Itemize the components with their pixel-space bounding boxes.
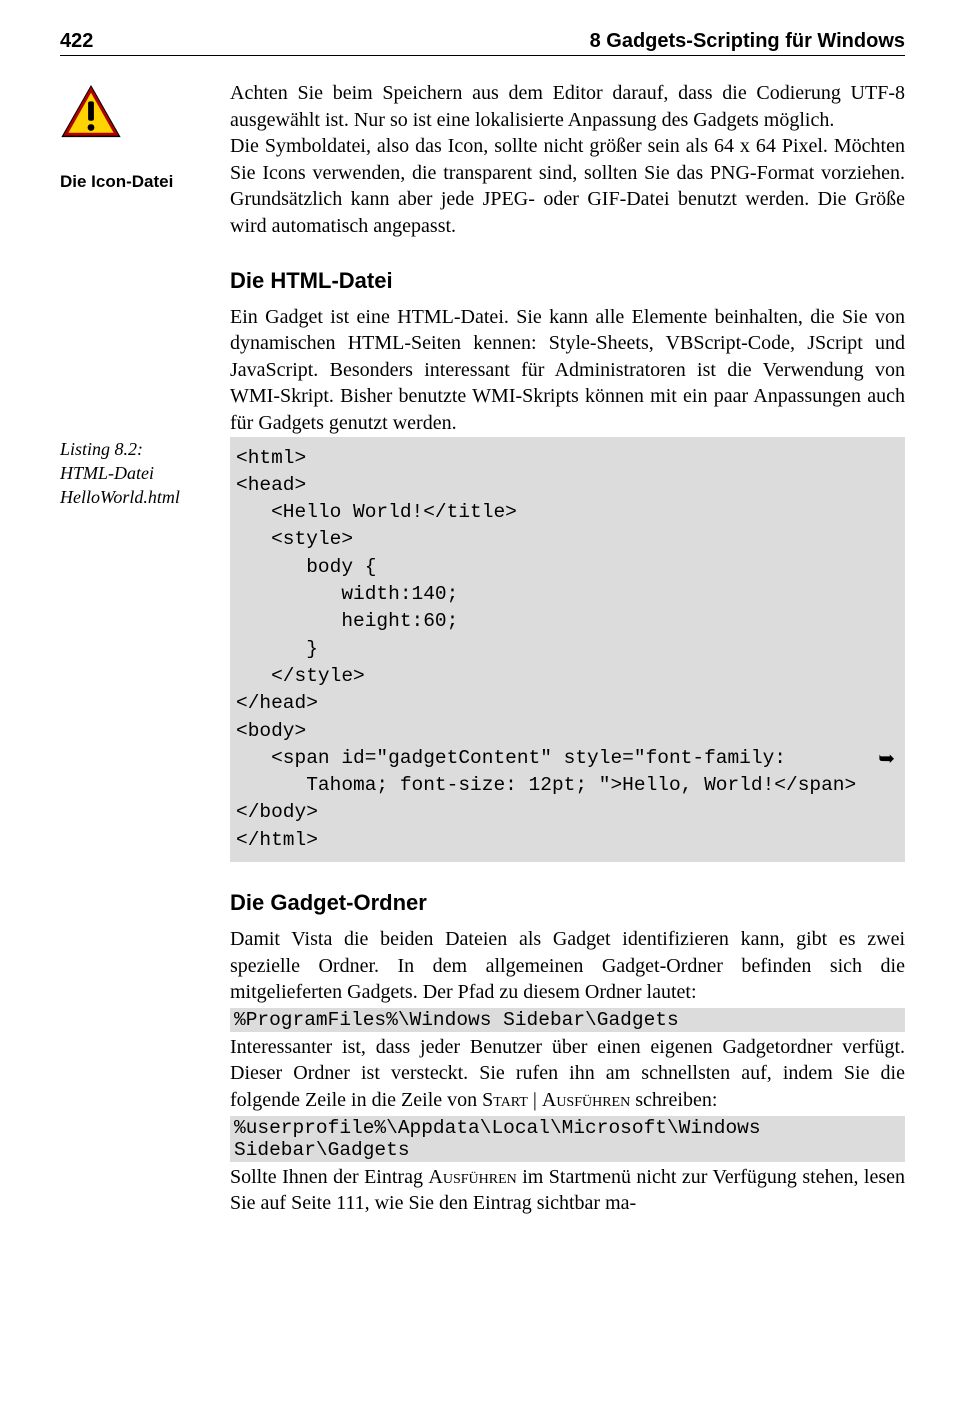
text-run: Sollte Ihnen der Eintrag [230, 1166, 428, 1188]
text-run: | [528, 1089, 542, 1111]
listing-caption-line: Listing 8.2: [60, 439, 143, 459]
listing-caption-line: HelloWorld.html [60, 487, 180, 507]
smallcaps-ausfuehren: Ausführen [428, 1166, 516, 1188]
smallcaps-start: Start [482, 1089, 528, 1111]
warning-icon [60, 84, 122, 140]
chapter-title: 8 Gadgets-Scripting für Windows [590, 30, 905, 53]
section-heading: Die HTML-Datei [230, 268, 905, 294]
paragraph: Ein Gadget ist eine HTML-Datei. Sie kann… [230, 304, 905, 437]
smallcaps-ausfuehren: Ausführen [542, 1089, 630, 1111]
paragraph: Interessanter ist, dass jeder Benutzer ü… [230, 1034, 905, 1114]
paragraph: Die Symboldatei, also das Icon, sollte n… [230, 133, 905, 239]
listing-caption: Listing 8.2: HTML-Datei HelloWorld.html [60, 437, 218, 510]
code-path: %ProgramFiles%\Windows Sidebar\Gadgets [230, 1008, 905, 1032]
code-text: <html> <head> <Hello World!</title> <sty… [236, 447, 786, 769]
listing-caption-line: HTML-Datei [60, 463, 154, 483]
code-text: Tahoma; font-size: 12pt; ">Hello, World!… [236, 774, 856, 851]
page-number: 422 [60, 30, 93, 53]
code-path: %userprofile%\Appdata\Local\Microsoft\Wi… [230, 1116, 905, 1162]
paragraph: Damit Vista die beiden Dateien als Gadge… [230, 926, 905, 1006]
continuation-arrow-icon: ➥ [878, 745, 895, 773]
paragraph: Achten Sie beim Speichern aus dem Editor… [230, 80, 905, 133]
margin-label-icon-datei: Die Icon-Datei [60, 171, 218, 193]
section-heading: Die Gadget-Ordner [230, 890, 905, 916]
page-header: 422 8 Gadgets-Scripting für Windows [60, 30, 905, 56]
paragraph: Sollte Ihnen der Eintrag Ausführen im St… [230, 1164, 905, 1217]
text-run: schreiben: [630, 1089, 717, 1111]
code-listing: <html> <head> <Hello World!</title> <sty… [230, 437, 905, 862]
